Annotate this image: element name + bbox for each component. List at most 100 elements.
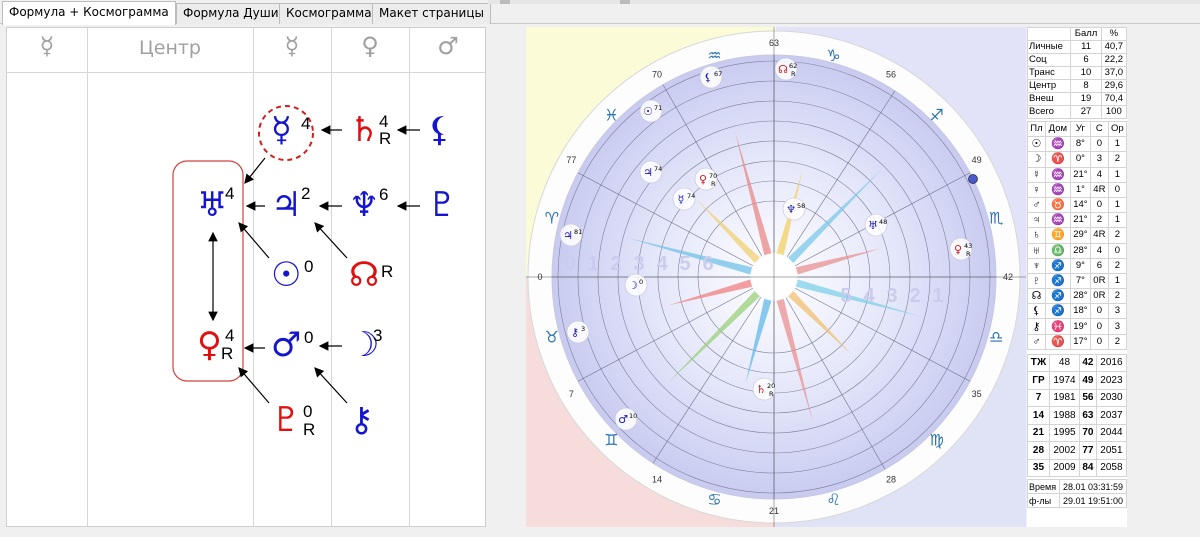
planet-cell: 3 bbox=[1090, 151, 1109, 168]
planet-cell: 2 bbox=[1107, 333, 1128, 350]
planet-cell: ♃ bbox=[1027, 212, 1046, 229]
venus-retro: R bbox=[221, 344, 234, 363]
node-icon[interactable]: ☊ bbox=[349, 258, 379, 292]
chiron-icon[interactable]: ⚷ bbox=[349, 403, 374, 437]
degree-label: 0 bbox=[537, 272, 542, 282]
year-cell: 48 bbox=[1048, 353, 1081, 373]
degree-label: 35 bbox=[972, 389, 982, 399]
planet-cell: ☉ bbox=[1027, 136, 1046, 153]
year-row: 35 2009 84 2058 bbox=[1027, 458, 1128, 478]
sun-icon[interactable]: ☉ bbox=[271, 258, 301, 292]
planet-cell: 1 bbox=[1107, 212, 1128, 229]
mars-number: 0 bbox=[304, 328, 314, 347]
zodiac-sign-icon: ♎ bbox=[989, 328, 1003, 347]
pluto-icon[interactable]: ♇ bbox=[427, 188, 457, 222]
time-row: Время 28.01 03:31:59 bbox=[1027, 479, 1128, 495]
planet-cell: 0 bbox=[1090, 333, 1109, 350]
planet-cell: 1 bbox=[1107, 136, 1128, 153]
neptune-icon[interactable]: ♆ bbox=[349, 188, 379, 222]
planet-mark[interactable]: ♃ 81 bbox=[559, 223, 583, 247]
degree-label: 56 bbox=[886, 69, 896, 79]
saturn-icon[interactable]: ♄ bbox=[349, 113, 379, 147]
degree-label: 77 bbox=[566, 155, 576, 165]
zodiac-sign-icon: ♊ bbox=[604, 431, 618, 450]
planet-cell: ♀ bbox=[1027, 181, 1046, 198]
year-cell: 7 bbox=[1027, 388, 1050, 408]
planet-mark[interactable]: ♂ 10 bbox=[614, 407, 638, 431]
score-cell: 11 bbox=[1070, 40, 1102, 54]
planet-cell: ☿ bbox=[1027, 166, 1046, 183]
planet-mark-score: 81 bbox=[574, 228, 582, 236]
planet-mark[interactable]: ⚷ 3 bbox=[566, 320, 590, 344]
planet-cell: 8° bbox=[1069, 136, 1092, 153]
year-cell: 77 bbox=[1079, 441, 1097, 460]
planet-mark[interactable]: ☿ 74 bbox=[672, 187, 696, 211]
proserpina-icon[interactable]: ♇ bbox=[271, 403, 301, 437]
planet-mark-glyph: ♀ bbox=[954, 243, 962, 256]
planet-mark-score: 10 bbox=[629, 412, 637, 420]
cosmogram-wheel[interactable]: 6356494235282114707770 0 1 2 3 4 5 65 4 3 2 1 ♑♐♏♎… bbox=[526, 27, 1026, 527]
planet-mark[interactable]: ☊ 62R bbox=[774, 57, 798, 81]
planet-mark-glyph: ♃ bbox=[643, 166, 653, 179]
planet-cell: 9° bbox=[1069, 257, 1092, 274]
score-row: Личные 11 40,7 bbox=[1026, 40, 1128, 54]
planet-cell: ♐ bbox=[1044, 288, 1071, 305]
planet-mark-score: 3 bbox=[581, 325, 585, 333]
planet-head-s: С bbox=[1090, 120, 1109, 138]
planet-cell: ♈ bbox=[1044, 333, 1071, 350]
planet-mark-glyph: ♂ bbox=[618, 413, 628, 426]
zodiac-sign-icon: ♋ bbox=[707, 490, 721, 509]
planet-mark[interactable]: ♄ 20R bbox=[752, 377, 776, 401]
planet-mark-retro: R bbox=[711, 180, 716, 188]
planet-mark-glyph: ♀ bbox=[699, 173, 707, 186]
time-table: Время 28.01 03:31:59 ф-лы 29.01 19:51:00 bbox=[1027, 479, 1128, 509]
mars-icon[interactable]: ♂ bbox=[271, 328, 301, 362]
score-cell: 10 bbox=[1070, 66, 1102, 80]
planet-mark[interactable]: ☉ 71 bbox=[639, 99, 663, 123]
year-cell: 35 bbox=[1027, 458, 1050, 478]
mercury-icon[interactable]: ☿ bbox=[271, 113, 292, 147]
node-retro: R bbox=[381, 262, 394, 281]
planet-mark[interactable]: ☽ 0 bbox=[624, 273, 648, 297]
planet-mark-score: 0 bbox=[639, 278, 643, 286]
inner-number: 2 bbox=[610, 253, 621, 275]
tab-formula-cosmogram[interactable]: Формула + Космограмма bbox=[2, 1, 176, 25]
planet-mark-glyph: ♆ bbox=[786, 203, 796, 216]
degree-label: 7 bbox=[569, 389, 574, 399]
planet-cell: 0R bbox=[1090, 272, 1109, 290]
planet-mark[interactable]: ♀ 43R bbox=[949, 237, 973, 261]
tab-page-layout[interactable]: Макет страницы bbox=[372, 3, 491, 24]
uranus-icon[interactable]: ♅ bbox=[197, 188, 227, 222]
planet-cell: ♒ bbox=[1044, 181, 1071, 198]
planet-mark-glyph: ☉ bbox=[643, 105, 653, 118]
score-cell: 8 bbox=[1070, 79, 1102, 93]
venus-icon[interactable]: ♀ bbox=[197, 328, 222, 362]
planet-mark-glyph: ☽ bbox=[628, 279, 638, 292]
inner-number: 1 bbox=[932, 285, 943, 307]
planet-mark-retro: R bbox=[791, 70, 796, 78]
planet-mark[interactable]: ⚸ 67 bbox=[699, 65, 723, 89]
planet-head-pl: Пл bbox=[1027, 120, 1046, 138]
planet-mark[interactable]: ♅ 48 bbox=[864, 213, 888, 237]
score-cell: Всего bbox=[1026, 105, 1072, 119]
zodiac-sign-icon: ♍ bbox=[929, 431, 943, 450]
inner-number: 6 bbox=[702, 253, 713, 275]
score-row: Внеш 19 70,4 bbox=[1026, 92, 1128, 106]
jupiter-icon[interactable]: ♃ bbox=[271, 188, 301, 222]
planet-mark[interactable]: ♃ 74 bbox=[639, 160, 663, 184]
planet-mark-score: 70 bbox=[709, 172, 717, 180]
planet-cell: ♓ bbox=[1044, 318, 1071, 335]
lilith-icon[interactable]: ⚸ bbox=[427, 113, 452, 147]
degree-label: 42 bbox=[1003, 272, 1013, 282]
tab-cosmogram[interactable]: Космограмма bbox=[279, 3, 379, 24]
year-cell: ТЖ bbox=[1027, 353, 1050, 373]
planet-mark[interactable]: ♀ 70R bbox=[694, 167, 718, 191]
planet-cell: ♄ bbox=[1027, 227, 1046, 244]
tab-soul-formula[interactable]: Формула Души bbox=[176, 3, 286, 24]
planet-mark[interactable]: ♆ 58 bbox=[782, 197, 806, 221]
planet-cell: 1 bbox=[1107, 196, 1128, 214]
planet-head-angle: Уг bbox=[1069, 120, 1092, 138]
score-head-empty bbox=[1026, 27, 1072, 41]
planet-table: Пл Дом Уг С Ор ☉ ♒ 8° 0 1 ☽ ♈ 0° 3 2 ☿ ♒ 21° 4 1 ♀ ♒ 1° 4R… bbox=[1027, 120, 1128, 350]
saturn-retro: R bbox=[379, 129, 392, 148]
